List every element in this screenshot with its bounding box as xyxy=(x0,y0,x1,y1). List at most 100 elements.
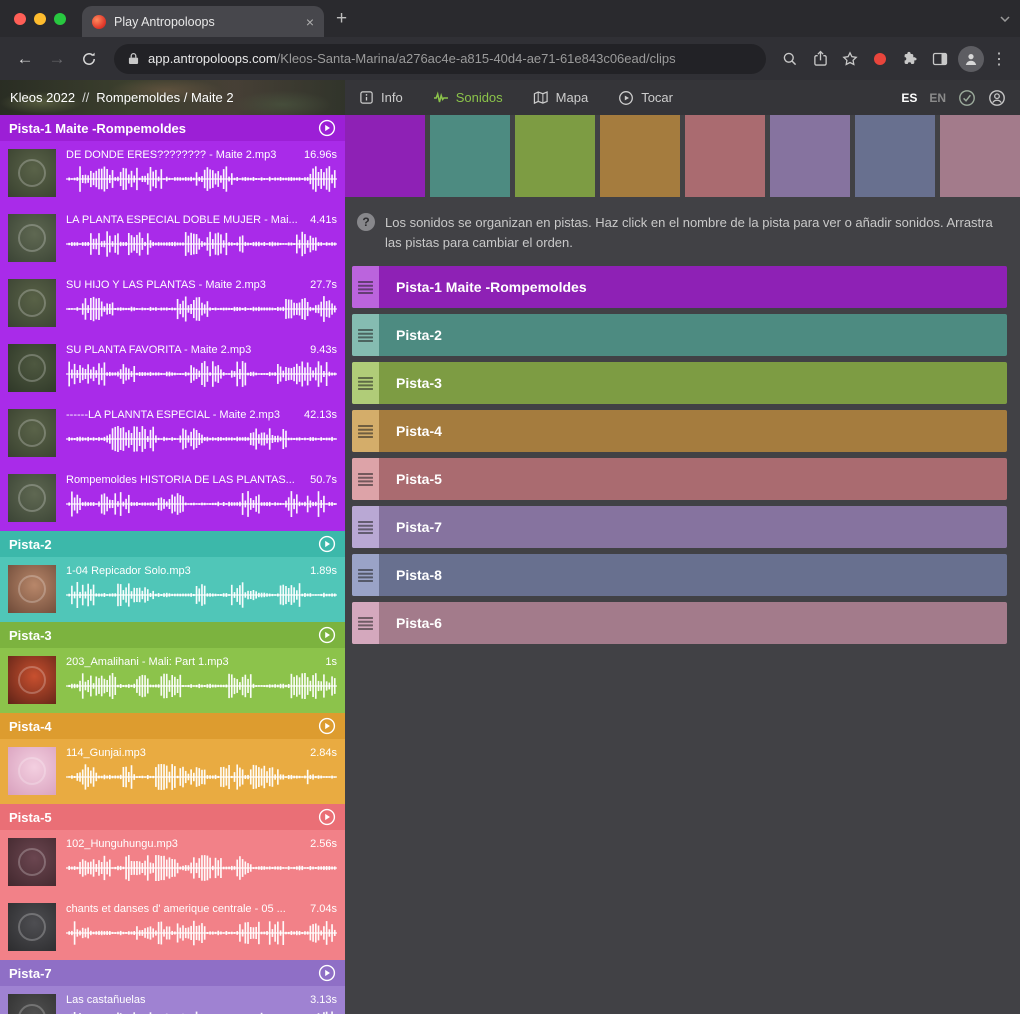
clip-row[interactable]: ------LA PLANNTA ESPECIAL - Maite 2.mp3 … xyxy=(0,401,345,466)
back-button[interactable]: ← xyxy=(12,49,38,69)
clip-row[interactable]: SU HIJO Y LAS PLANTAS - Maite 2.mp3 27.7… xyxy=(0,271,345,336)
track-swatch[interactable] xyxy=(515,115,595,197)
track-name[interactable]: Pista-5 xyxy=(9,810,52,825)
clip-row[interactable]: Rompemoldes HISTORIA DE LAS PLANTAS... 5… xyxy=(0,466,345,531)
track-name[interactable]: Pista-1 Maite -Rompemoldes xyxy=(9,121,186,136)
track-header[interactable]: Pista-1 Maite -Rompemoldes xyxy=(0,115,345,141)
clip-waveform[interactable] xyxy=(66,918,337,948)
clip-waveform[interactable] xyxy=(66,424,337,454)
track-name[interactable]: Pista-3 xyxy=(9,628,52,643)
share-icon[interactable] xyxy=(808,50,832,67)
clip-row[interactable]: 1-04 Repicador Solo.mp3 1.89s xyxy=(0,557,345,622)
drag-handle[interactable] xyxy=(352,410,379,452)
tab-favicon-icon xyxy=(92,15,106,29)
track-row[interactable]: Pista-1 Maite -Rompemoldes xyxy=(352,266,1007,308)
close-window-button[interactable] xyxy=(14,13,26,25)
breadcrumb-project[interactable]: Kleos 2022 xyxy=(10,90,75,105)
clip-row[interactable]: 102_Hunguhungu.mp3 2.56s xyxy=(0,830,345,895)
clip-waveform[interactable] xyxy=(66,359,337,389)
sidebar-track: Pista-2 xyxy=(0,531,345,622)
clip-duration: 7.04s xyxy=(310,903,337,915)
drag-handle[interactable] xyxy=(352,602,379,644)
clip-waveform[interactable] xyxy=(66,164,337,194)
drag-handle[interactable] xyxy=(352,458,379,500)
clip-waveform[interactable] xyxy=(66,762,337,792)
track-row[interactable]: Pista-4 xyxy=(352,410,1007,452)
drag-handle[interactable] xyxy=(352,266,379,308)
clip-waveform[interactable] xyxy=(66,671,337,701)
record-extension-icon[interactable] xyxy=(868,53,892,65)
track-header[interactable]: Pista-3 xyxy=(0,622,345,648)
clip-row[interactable]: LA PLANTA ESPECIAL DOBLE MUJER - Mai... … xyxy=(0,206,345,271)
track-name[interactable]: Pista-4 xyxy=(9,719,52,734)
nav-item-info[interactable]: Info xyxy=(359,90,403,105)
tab-close-icon[interactable]: × xyxy=(306,14,314,30)
browser-menu-icon[interactable]: ⋮ xyxy=(990,49,1008,69)
track-row[interactable]: Pista-6 xyxy=(352,602,1007,644)
zoom-window-button[interactable] xyxy=(54,13,66,25)
tab-search-chevron-icon[interactable] xyxy=(1000,16,1010,22)
track-row-label: Pista-5 xyxy=(379,471,442,487)
browser-tab[interactable]: Play Antropoloops × xyxy=(82,6,324,37)
drag-handle[interactable] xyxy=(352,314,379,356)
lang-en-button[interactable]: EN xyxy=(929,91,946,105)
profile-avatar[interactable] xyxy=(958,46,984,72)
drag-handle[interactable] xyxy=(352,362,379,404)
minimize-window-button[interactable] xyxy=(34,13,46,25)
track-row[interactable]: Pista-8 xyxy=(352,554,1007,596)
play-track-button[interactable] xyxy=(318,808,336,826)
clip-waveform[interactable] xyxy=(66,580,337,610)
track-swatch[interactable] xyxy=(430,115,510,197)
zoom-icon[interactable] xyxy=(778,51,802,67)
lang-es-button[interactable]: ES xyxy=(901,91,917,105)
account-icon[interactable] xyxy=(988,89,1006,107)
window-controls xyxy=(14,13,66,25)
clip-waveform[interactable] xyxy=(66,489,337,519)
track-row[interactable]: Pista-7 xyxy=(352,506,1007,548)
track-swatch[interactable] xyxy=(345,115,425,197)
clip-waveform[interactable] xyxy=(66,229,337,259)
track-swatch[interactable] xyxy=(940,115,1020,197)
drag-handle[interactable] xyxy=(352,506,379,548)
nav-item-sonidos[interactable]: Sonidos xyxy=(433,90,503,106)
track-row[interactable]: Pista-2 xyxy=(352,314,1007,356)
sync-check-icon[interactable] xyxy=(958,89,976,107)
new-tab-button[interactable]: + xyxy=(336,9,347,28)
track-name[interactable]: Pista-7 xyxy=(9,966,52,981)
clip-waveform[interactable] xyxy=(66,1009,337,1014)
clip-waveform[interactable] xyxy=(66,853,337,883)
clip-row[interactable]: 114_Gunjai.mp3 2.84s xyxy=(0,739,345,804)
address-bar[interactable]: app.antropoloops.com/Kleos-Santa-Marina/… xyxy=(114,44,766,74)
track-swatch[interactable] xyxy=(770,115,850,197)
forward-button[interactable]: → xyxy=(44,49,70,69)
side-panel-icon[interactable] xyxy=(928,51,952,67)
track-header[interactable]: Pista-2 xyxy=(0,531,345,557)
play-track-button[interactable] xyxy=(318,535,336,553)
track-header[interactable]: Pista-7 xyxy=(0,960,345,986)
track-row[interactable]: Pista-3 xyxy=(352,362,1007,404)
extensions-puzzle-icon[interactable] xyxy=(898,51,922,67)
play-track-button[interactable] xyxy=(318,119,336,137)
nav-item-mapa[interactable]: Mapa xyxy=(533,90,589,105)
clip-row[interactable]: Las castañuelas 3.13s xyxy=(0,986,345,1014)
clip-row[interactable]: DE DONDE ERES???????? - Maite 2.mp3 16.9… xyxy=(0,141,345,206)
track-swatch[interactable] xyxy=(855,115,935,197)
clip-waveform[interactable] xyxy=(66,294,337,324)
track-name[interactable]: Pista-2 xyxy=(9,537,52,552)
track-swatch[interactable] xyxy=(685,115,765,197)
drag-handle[interactable] xyxy=(352,554,379,596)
play-track-button[interactable] xyxy=(318,964,336,982)
track-header[interactable]: Pista-4 xyxy=(0,713,345,739)
track-header[interactable]: Pista-5 xyxy=(0,804,345,830)
track-swatch[interactable] xyxy=(600,115,680,197)
breadcrumb-path[interactable]: Rompemoldes / Maite 2 xyxy=(96,90,233,105)
play-track-button[interactable] xyxy=(318,626,336,644)
clip-row[interactable]: chants et danses d' amerique centrale - … xyxy=(0,895,345,960)
play-track-button[interactable] xyxy=(318,717,336,735)
clip-row[interactable]: SU PLANTA FAVORITA - Maite 2.mp3 9.43s xyxy=(0,336,345,401)
clip-row[interactable]: 203_Amalihani - Mali: Part 1.mp3 1s xyxy=(0,648,345,713)
track-row[interactable]: Pista-5 xyxy=(352,458,1007,500)
nav-item-tocar[interactable]: Tocar xyxy=(618,90,673,106)
bookmark-star-icon[interactable] xyxy=(838,51,862,67)
reload-button[interactable] xyxy=(76,51,102,67)
